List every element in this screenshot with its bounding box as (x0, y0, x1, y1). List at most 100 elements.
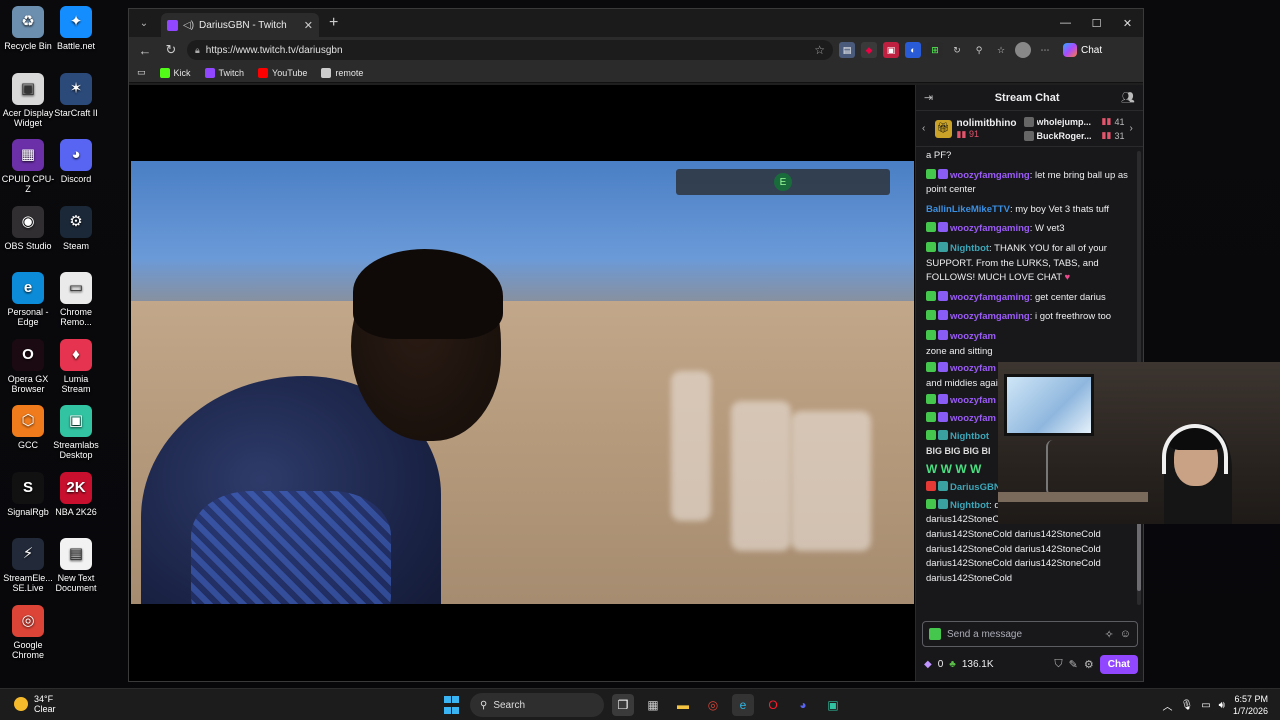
signalrgb-icon: S (12, 471, 44, 504)
chat-username[interactable]: woozyfam (950, 331, 996, 342)
desktop-shortcut[interactable]: ▭ Chrome Remo... (48, 272, 104, 327)
desktop-shortcut[interactable]: 2K NBA 2K26 (48, 471, 104, 517)
chat-username[interactable]: DariusGBN (950, 482, 1001, 493)
speaker-icon[interactable]: ◁) (183, 20, 194, 31)
extension-icon-1[interactable]: ▤ (839, 42, 855, 58)
bookmark-youtube[interactable]: YouTube (258, 67, 308, 78)
bookmark-remote[interactable]: remote (321, 67, 363, 78)
extension-icon-5[interactable]: ⊞ (927, 42, 943, 58)
community-icon[interactable]: 👥︎ (1121, 91, 1135, 104)
refresh-button[interactable]: ↻ (161, 42, 181, 58)
chat-input[interactable]: Send a message ✧ ☺ (922, 621, 1138, 647)
maximize-button[interactable]: ☐ (1081, 9, 1112, 37)
blur-shape (791, 411, 871, 551)
desktop-shortcut[interactable]: ▣ Streamlabs Desktop (48, 405, 104, 460)
edge-taskbar-icon[interactable]: e (732, 694, 754, 716)
desktop-shortcut[interactable]: ◕ Discord (48, 139, 104, 184)
desktop-shortcut[interactable]: ♦ Lumia Stream (48, 338, 104, 394)
leaderboard-entry[interactable]: wholejump... ▮▮ 41 (1023, 116, 1124, 127)
tray-overflow-icon[interactable]: ︿ (1162, 698, 1172, 713)
taskbar-clock[interactable]: 6:57 PM 1/7/2026 (1233, 693, 1268, 717)
extension-icon-2[interactable]: ◆ (861, 42, 877, 58)
weather-widget[interactable]: 34°F Clear (14, 694, 56, 714)
channel-points-count[interactable]: 136.1K (962, 659, 994, 670)
battlenet-icon: ✦ (60, 6, 92, 38)
copilot-chat-button[interactable]: Chat (1063, 43, 1102, 57)
desktop-shortcut[interactable]: ✶ StarCraft II (48, 72, 104, 118)
tab-twitch[interactable]: ◁) DariusGBN - Twitch ✕ (161, 13, 319, 37)
pen-icon[interactable]: ✎ (1069, 658, 1078, 671)
copilot-label: Chat (1081, 44, 1103, 56)
widgets-icon[interactable]: ▦ (642, 694, 664, 716)
bookmark-kick[interactable]: Kick (159, 67, 191, 78)
chrome-icon: ◎ (12, 604, 44, 637)
chat-username[interactable]: woozyfamgaming (950, 292, 1030, 303)
system-tray: ︿ 🎙︎ ▭ 🔊︎ 6:57 PM 1/7/2026 (1162, 693, 1268, 717)
chat-username[interactable]: woozyfamgaming (950, 311, 1030, 322)
bookmarks-menu-icon[interactable]: ▭ (137, 67, 146, 78)
chat-username[interactable]: woozyfamgaming (950, 170, 1030, 181)
chat-username[interactable]: woozyfam (950, 363, 996, 374)
chat-message: woozyfamgaming: W vet3 (926, 222, 1128, 237)
network-icon[interactable]: ▭ (1201, 700, 1210, 711)
file-explorer-icon[interactable]: ▬ (672, 694, 694, 716)
start-button[interactable] (440, 694, 462, 716)
microphone-icon[interactable]: 🎙︎ (1180, 700, 1193, 711)
taskbar-search[interactable]: ⚲ Search (470, 693, 604, 717)
desktop-shortcut[interactable]: ⚙ Steam (48, 205, 104, 251)
broadcaster-badge-icon (926, 481, 936, 492)
chat-send-button[interactable]: Chat (1099, 654, 1138, 674)
volume-icon[interactable]: 🔊︎ (1219, 700, 1225, 711)
site-info-icon[interactable]: 🔒︎ (195, 45, 200, 56)
extension-icon-4[interactable]: ◐ (905, 42, 921, 58)
desktop-shortcut-label: Discord (60, 174, 92, 184)
chat-username[interactable]: woozyfamgaming (950, 223, 1030, 234)
collapse-chat-icon[interactable]: ⇥ (924, 91, 933, 104)
favorite-star-icon[interactable]: ☆ (814, 43, 825, 57)
favorites-icon[interactable]: ☆ (993, 42, 1009, 58)
window-close-button[interactable]: ✕ (1112, 9, 1143, 37)
chat-username[interactable]: Nightbot (950, 500, 989, 511)
stream-video[interactable]: E (131, 161, 914, 604)
leaderboard-entry[interactable]: BuckRoger... ▮▮ 31 (1023, 130, 1124, 141)
chat-text: : i got freethrow too (1029, 311, 1112, 323)
address-bar[interactable]: 🔒︎ https://www.twitch.tv/dariusgbn ☆ (187, 40, 833, 60)
chat-username[interactable]: BallinLikeMikeTTV (926, 204, 1010, 215)
tab-close-icon[interactable]: ✕ (304, 19, 313, 32)
leaderboard-next-icon[interactable]: › (1129, 123, 1137, 134)
chat-username[interactable]: Nightbot (950, 431, 989, 442)
chrome-taskbar-icon[interactable]: ◎ (702, 694, 724, 716)
extensions-puzzle-icon[interactable]: ⚲ (971, 42, 987, 58)
new-tab-button[interactable]: + (329, 14, 338, 32)
streamlabs-taskbar-icon[interactable]: ▣ (822, 694, 844, 716)
emoji-icon[interactable]: ☺ (1120, 628, 1131, 640)
desktop-shortcut[interactable]: ▤ New Text Document (48, 538, 104, 593)
taskbar: 34°F Clear ⚲ Search ❐ ▦ ▬ ◎ e O ◕ ▣ ︿ 🎙︎… (0, 688, 1280, 720)
chat-username[interactable]: woozyfam (950, 395, 996, 406)
chat-username[interactable]: Nightbot (950, 243, 989, 254)
opera-gx-taskbar-icon[interactable]: O (762, 694, 784, 716)
back-button[interactable]: ← (135, 43, 155, 58)
minimize-button[interactable]: — (1050, 9, 1081, 37)
leaderboard-top-name[interactable]: nolimitbhino (957, 118, 1017, 129)
more-menu-icon[interactable]: ⋯ (1037, 42, 1053, 58)
tab-actions-icon[interactable]: ⌄ (135, 14, 153, 32)
sparkle-icon[interactable]: ✧ (1105, 628, 1114, 641)
leaderboard-prev-icon[interactable]: ‹ (922, 123, 930, 134)
extension-icon-3[interactable]: ▣ (883, 42, 899, 58)
discord-taskbar-icon[interactable]: ◕ (792, 694, 814, 716)
channel-points-icon[interactable]: ♣ (949, 659, 956, 670)
desktop-shortcut[interactable]: ✦ Battle.net (48, 6, 104, 51)
bookmark-label: YouTube (272, 67, 308, 78)
shield-icon[interactable]: ⛉ (1054, 658, 1062, 671)
refresh-extension-icon[interactable]: ↻ (949, 42, 965, 58)
task-view-icon[interactable]: ❐ (612, 694, 634, 716)
settings-gear-icon[interactable]: ⚙ (1084, 658, 1094, 671)
bookmark-twitch[interactable]: Twitch (204, 67, 244, 78)
chat-message: Nightbot: THANK YOU for all of your SUPP… (926, 241, 1128, 286)
bits-icon[interactable]: ◆ (924, 659, 932, 670)
desktop-shortcut[interactable]: ◎ Google Chrome (0, 604, 56, 660)
search-placeholder: Search (493, 699, 526, 711)
chat-username[interactable]: woozyfam (950, 413, 996, 424)
profile-avatar-icon[interactable] (1015, 42, 1031, 58)
